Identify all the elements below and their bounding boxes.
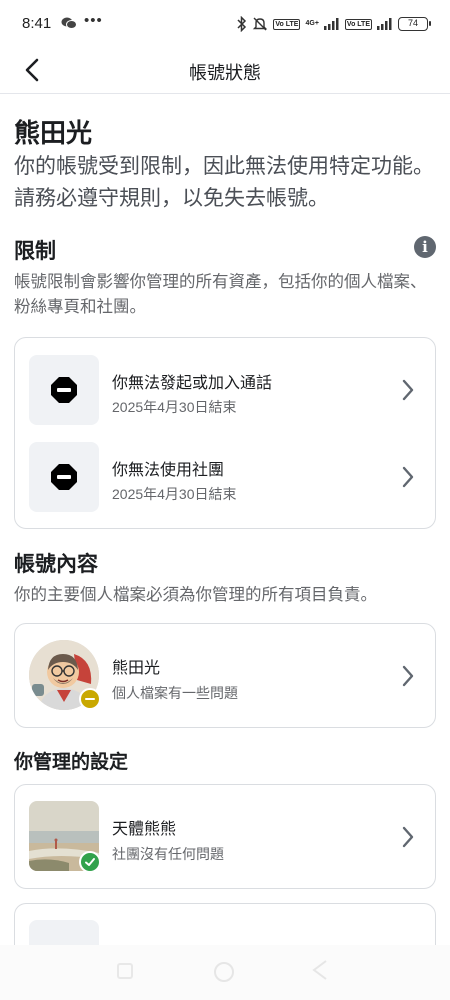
chevron-right-icon xyxy=(402,466,414,488)
mute-bell-icon xyxy=(253,17,268,31)
restriction-title: 你無法使用社團 xyxy=(112,462,225,479)
status-more-dots: ••• xyxy=(84,12,103,29)
profile-status: 個人檔案有一些問題 xyxy=(112,685,238,701)
bluetooth-icon xyxy=(237,16,247,32)
warning-badge xyxy=(79,688,101,710)
blocked-icon xyxy=(51,377,77,403)
restriction-icon-box xyxy=(29,442,99,512)
restriction-row-groups[interactable]: 你無法使用社團 2025年4月30日結束 xyxy=(15,442,435,512)
info-icon[interactable]: i xyxy=(414,236,436,258)
group-status: 社團沒有任何問題 xyxy=(112,846,224,862)
system-nav-bar xyxy=(0,945,450,1000)
volte-badge-2: Vo LTE xyxy=(344,18,372,30)
status-indicators: Vo LTE 4G+ Vo LTE 74 xyxy=(237,14,431,34)
restriction-end-date: 2025年4月30日結束 xyxy=(112,486,237,502)
signal-icon xyxy=(323,18,339,30)
restrictions-heading: 限制 xyxy=(14,240,56,263)
restriction-icon-box xyxy=(29,355,99,425)
blocked-icon xyxy=(51,464,77,490)
restriction-end-date: 2025年4月30日結束 xyxy=(112,399,237,415)
profile-card[interactable]: 熊田光 個人檔案有一些問題 xyxy=(14,623,436,728)
account-intro-text: 你的帳號受到限制，因此無法使用特定功能。請務必遵守規則，以免失去帳號。 xyxy=(14,155,434,210)
restriction-title: 你無法發起或加入通話 xyxy=(112,375,273,392)
group-name: 天體熊熊 xyxy=(112,821,177,838)
signal-icon-2 xyxy=(377,18,392,30)
account-content-heading: 帳號內容 xyxy=(14,553,98,576)
chevron-right-icon xyxy=(402,826,414,848)
volte-badge: Vo LTE xyxy=(273,18,301,30)
system-back-button[interactable] xyxy=(310,959,330,981)
status-bar: 8:41 ••• Vo LTE 4G+ Vo LTE 74 xyxy=(0,0,450,46)
group-card[interactable]: 天體熊熊 社團沒有任何問題 xyxy=(14,784,436,889)
recent-apps-button[interactable] xyxy=(117,963,133,979)
profile-name: 熊田光 xyxy=(112,660,161,677)
account-name: 熊田光 xyxy=(14,118,93,148)
network-type: 4G+ xyxy=(305,20,319,27)
account-content-description: 你的主要個人檔案必須為你管理的所有項目負責。 xyxy=(14,586,377,604)
wechat-icon xyxy=(61,17,77,29)
battery-indicator: 74 xyxy=(398,17,431,31)
managed-heading: 你管理的設定 xyxy=(14,752,129,773)
chevron-right-icon xyxy=(402,379,414,401)
restriction-row-calls[interactable]: 你無法發起或加入通話 2025年4月30日結束 xyxy=(15,355,435,425)
check-icon xyxy=(85,858,95,866)
page-title: 帳號狀態 xyxy=(189,63,261,83)
chevron-right-icon xyxy=(402,665,414,687)
restrictions-card: 你無法發起或加入通話 2025年4月30日結束 你無法使用社團 2025年4月3… xyxy=(14,337,436,529)
restrictions-description: 帳號限制會影響你管理的所有資產，包括你的個人檔案、粉絲專頁和社團。 xyxy=(14,273,427,316)
home-button[interactable] xyxy=(214,962,234,982)
nav-bar: 帳號狀態 xyxy=(0,46,450,94)
ok-badge xyxy=(79,851,101,873)
status-time: 8:41 xyxy=(22,15,52,32)
